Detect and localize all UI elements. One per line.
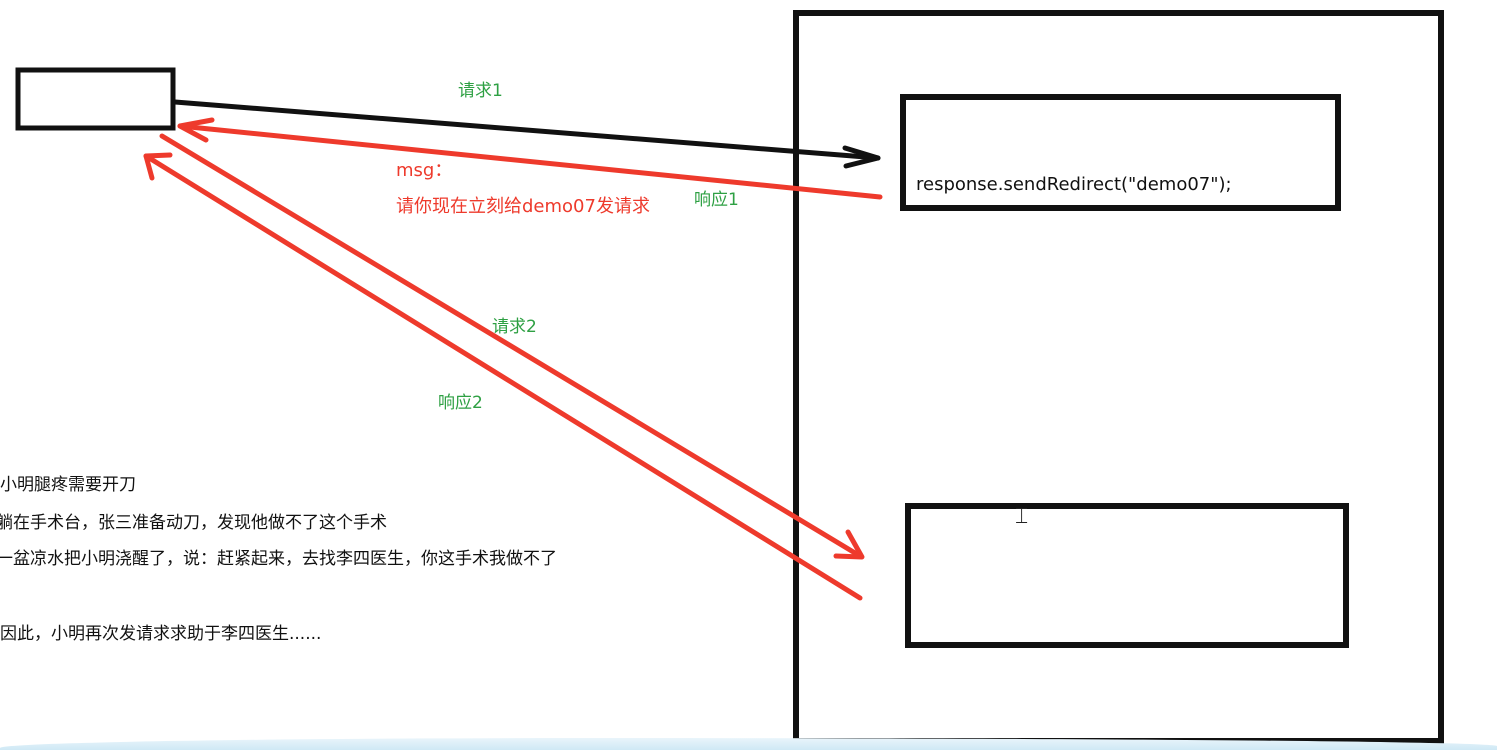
servlet-code: response.sendRedirect("demo07");	[916, 174, 1232, 195]
response1-label: 响应1	[694, 190, 739, 210]
text-cursor-icon: ⌶	[1015, 504, 1029, 529]
msg-body: 请你现在立刻给demo07发请求	[396, 196, 650, 217]
story-line-3: 一盆凉水把小明浇醒了，说：赶紧起来，去找李四医生，你这手术我做不了	[0, 549, 557, 569]
request2-label: 请求2	[492, 317, 537, 337]
request1-label: 请求1	[458, 81, 503, 101]
story-line-1: 小明腿疼需要开刀	[0, 475, 136, 495]
response2-label: 响应2	[438, 393, 483, 413]
servlet-box-2	[905, 503, 1349, 648]
client-box	[15, 67, 176, 131]
bottom-wave-decoration	[0, 738, 1497, 750]
diagram-canvas: 请求1 响应1 请求2 响应2 msg： 请你现在立刻给demo07发请求 re…	[0, 0, 1497, 750]
story-line-4: 因此，小明再次发请求求助于李四医生......	[0, 624, 322, 644]
story-line-2: 躺在手术台，张三准备动刀，发现他做不了这个手术	[0, 513, 387, 533]
msg-title: msg：	[396, 160, 453, 181]
